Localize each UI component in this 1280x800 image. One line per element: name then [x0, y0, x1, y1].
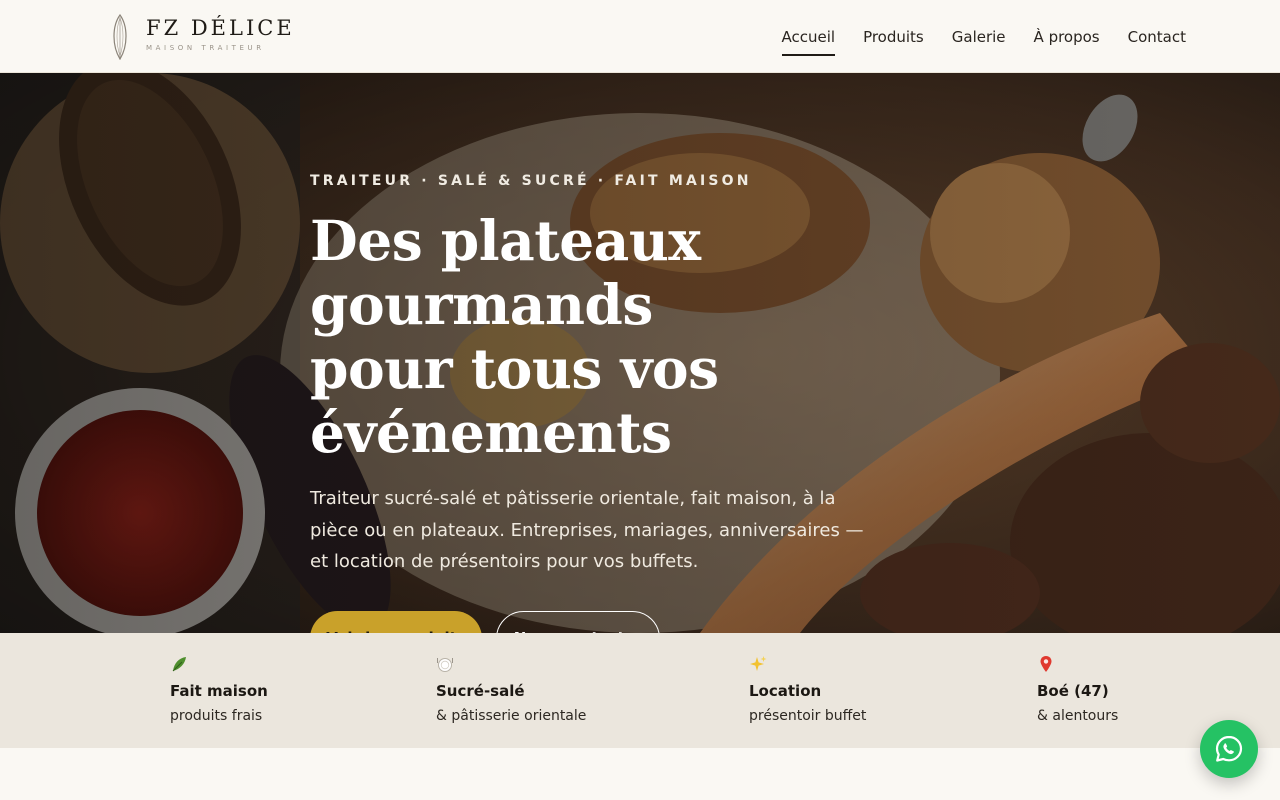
- feature-homemade: Fait maison produits frais: [170, 655, 268, 724]
- hero-title-line-1: Des plateaux gourmands: [310, 208, 701, 337]
- feature-title: Boé (47): [1037, 682, 1109, 700]
- feature-title: Location: [749, 682, 822, 700]
- hero-subtitle: Traiteur sucré-salé et pâtisserie orient…: [310, 488, 864, 572]
- feather-logo-icon: [113, 14, 127, 60]
- site-header: FZ DÉLICE MAISON TRAITEUR Accueil Produi…: [0, 0, 1280, 73]
- nav-link-galerie[interactable]: Galerie: [952, 22, 1006, 52]
- feature-rental: Location présentoir buffet: [749, 655, 866, 724]
- nav-link-contact[interactable]: Contact: [1128, 22, 1186, 52]
- feature-sweet-savory: Sucré-salé & pâtisserie orientale: [436, 655, 586, 724]
- features-strip: Fait maison produits frais Sucré-salé & …: [0, 633, 1280, 748]
- hero-title: Des plateaux gourmands pour tous vos évé…: [310, 209, 1010, 465]
- feature-subtitle: & pâtisserie orientale: [436, 708, 587, 724]
- feature-subtitle: présentoir buffet: [749, 708, 867, 724]
- feature-title: Sucré-salé: [436, 682, 525, 700]
- hero-title-line-2: pour tous vos événements: [310, 336, 719, 465]
- hero-kicker: TRAITEUR · SALÉ & SUCRÉ · FAIT MAISON: [310, 173, 752, 189]
- location-pin-icon: [1040, 656, 1052, 672]
- hero-content: TRAITEUR · SALÉ & SUCRÉ · FAIT MAISON De…: [310, 173, 1010, 633]
- main-nav: Accueil Produits Galerie À propos Contac…: [781, 0, 1186, 73]
- contact-us-button[interactable]: Nous contacter: [496, 610, 660, 633]
- brand-tagline: MAISON TRAITEUR: [146, 44, 265, 52]
- feature-title: Fait maison: [170, 682, 268, 700]
- plate-icon: [437, 658, 453, 672]
- sparkles-icon: [750, 656, 767, 671]
- nav-link-a-propos[interactable]: À propos: [1034, 22, 1100, 52]
- nav-link-produits[interactable]: Produits: [863, 22, 924, 52]
- whatsapp-icon: [1215, 735, 1243, 762]
- feature-subtitle: & alentours: [1037, 708, 1119, 724]
- feature-subtitle: produits frais: [170, 708, 263, 724]
- nav-link-accueil[interactable]: Accueil: [781, 22, 835, 56]
- brand-name: FZ DÉLICE: [146, 16, 295, 40]
- brand-wordmark: FZ DÉLICE MAISON TRAITEUR: [146, 18, 295, 52]
- hero-actions: Voir les produits Nous contacter: [310, 610, 1010, 633]
- herb-icon: [172, 657, 186, 672]
- brand-home-link[interactable]: FZ DÉLICE MAISON TRAITEUR: [110, 14, 295, 60]
- whatsapp-chat-button[interactable]: [1200, 720, 1258, 778]
- hero-section: TRAITEUR · SALÉ & SUCRÉ · FAIT MAISON De…: [0, 73, 1280, 633]
- feature-location: Boé (47) & alentours: [1037, 655, 1118, 724]
- view-products-button[interactable]: Voir les produits: [310, 610, 482, 633]
